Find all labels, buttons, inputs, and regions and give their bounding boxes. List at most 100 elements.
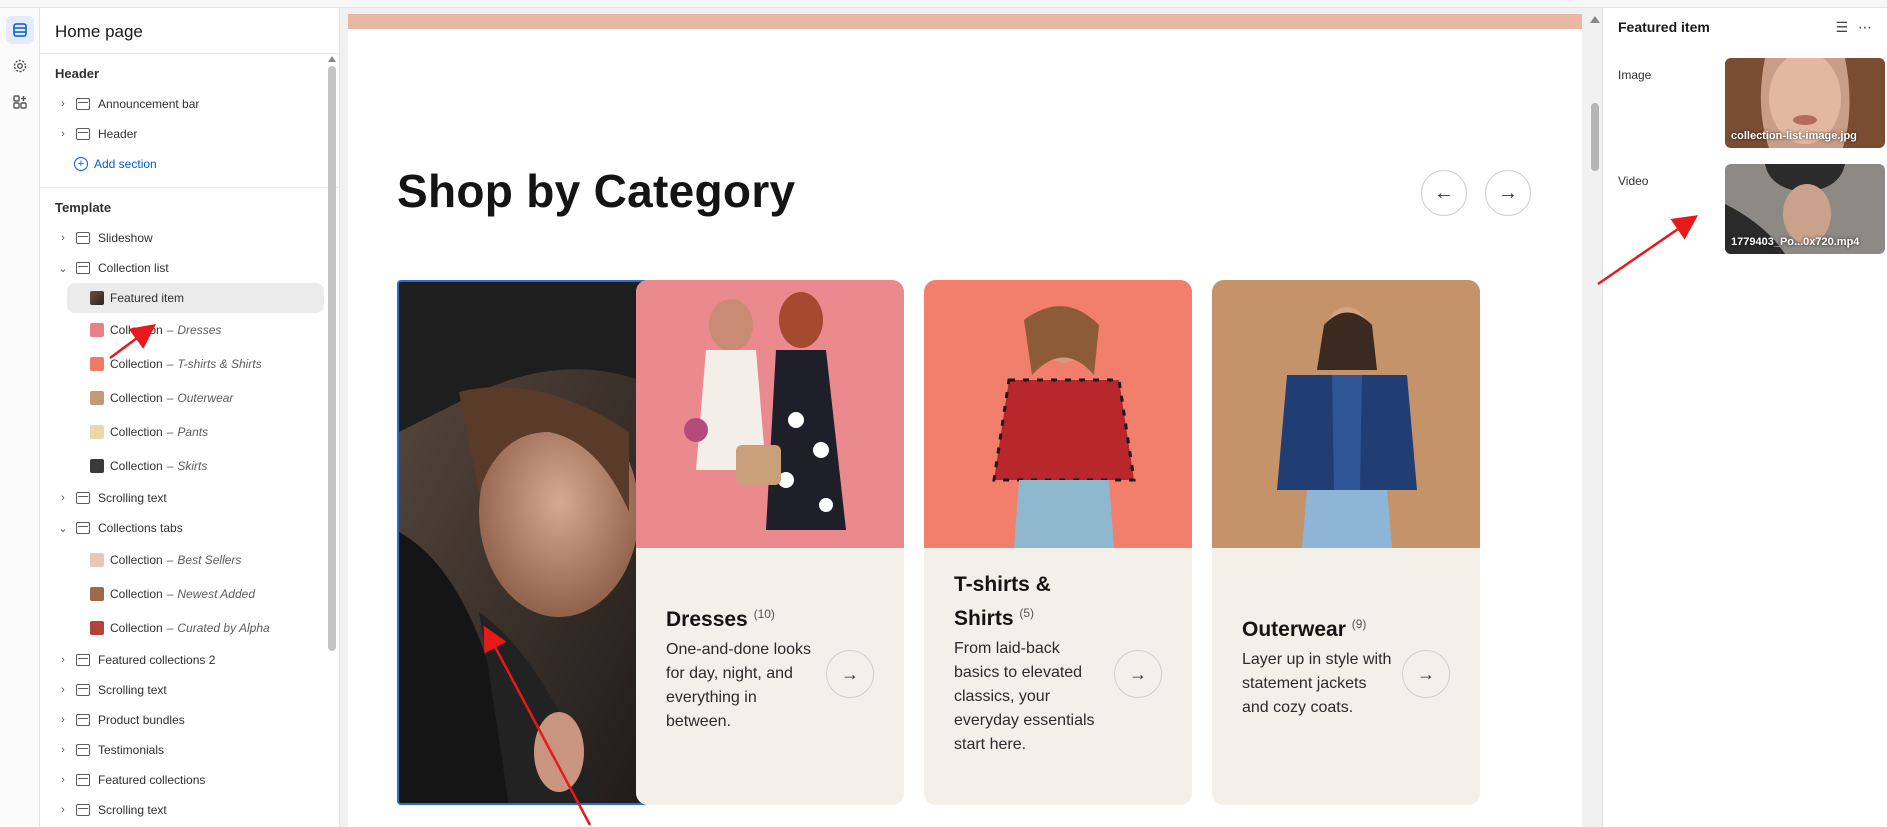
chevron-right-icon[interactable]: › [56, 714, 70, 726]
scrollbar-thumb[interactable] [328, 66, 336, 651]
block-collection-curated-by-alpha[interactable]: Collection – Curated by Alpha [40, 611, 339, 645]
next-button[interactable]: → [1485, 170, 1531, 216]
outerwear-arrow-button[interactable]: → [1402, 650, 1450, 698]
block-collection-skirts[interactable]: Collection – Skirts [40, 449, 339, 483]
scroll-up-icon[interactable] [1590, 16, 1600, 23]
collection-thumbnail [90, 391, 104, 405]
block-collection-pants[interactable]: Collection – Pants [40, 415, 339, 449]
apps-rail-button[interactable] [6, 88, 34, 116]
image-picker[interactable]: collection-list-image.jpg [1725, 58, 1885, 148]
block-name: Pants [177, 425, 209, 439]
section-scrolling-text-2[interactable]: › Scrolling text [40, 675, 339, 705]
section-featured-collections[interactable]: › Featured collections [40, 765, 339, 795]
tshirts-arrow-button[interactable]: → [1114, 650, 1162, 698]
collection-card-tshirts[interactable]: T-shirts & Shirts (5) From laid-back bas… [924, 280, 1192, 805]
section-label: Testimonials [98, 743, 165, 757]
block-label: Featured item [110, 291, 185, 305]
prev-button[interactable]: ← [1421, 170, 1467, 216]
plus-circle-icon: + [74, 157, 88, 171]
block-featured-item[interactable]: Featured item [67, 283, 324, 313]
add-section-button[interactable]: + Add section [40, 149, 339, 179]
section-icon [76, 492, 90, 504]
more-options-icon[interactable]: ⋯ [1858, 19, 1872, 36]
block-name: Outerwear [177, 391, 234, 405]
template-group-title: Template [55, 200, 112, 215]
section-product-bundles[interactable]: › Product bundles [40, 705, 339, 735]
block-name: Curated by Alpha [177, 621, 270, 635]
header-group: Header › Announcement bar › Header + Add… [40, 54, 339, 188]
sidebar-scrollbar[interactable] [328, 56, 336, 656]
section-label: Collections tabs [98, 521, 183, 535]
scroll-up-icon[interactable] [328, 56, 336, 62]
block-separator: – [166, 323, 174, 337]
arrow-right-icon: → [1129, 663, 1147, 684]
section-collection-list[interactable]: ⌄ Collection list [40, 253, 339, 283]
chevron-right-icon[interactable]: › [56, 804, 70, 816]
section-announcement-bar[interactable]: › Announcement bar [40, 89, 339, 119]
collection-card-dresses[interactable]: Dresses (10) One-and-done looks for day,… [636, 280, 904, 805]
chevron-down-icon[interactable]: ⌄ [56, 522, 70, 535]
block-collection-tshirts[interactable]: Collection – T-shirts & Shirts [40, 347, 339, 381]
chevron-right-icon[interactable]: › [56, 492, 70, 504]
collection-count: (5) [1019, 606, 1035, 620]
section-icon [76, 654, 90, 666]
page-title: Home page [40, 8, 339, 54]
announcement-bar-strip [348, 14, 1582, 29]
featured-item-thumbnail [90, 291, 104, 305]
sections-icon [13, 23, 27, 37]
arrow-right-icon: → [1417, 663, 1435, 684]
block-collection-outerwear[interactable]: Collection – Outerwear [40, 381, 339, 415]
sections-sidebar: Home page Header › Announcement bar › He… [40, 8, 340, 827]
video-picker[interactable]: 1779403_Po...0x720.mp4 [1725, 164, 1885, 254]
dresses-arrow-button[interactable]: → [826, 650, 874, 698]
chevron-right-icon[interactable]: › [56, 98, 70, 110]
section-label: Scrolling text [98, 803, 167, 817]
top-border [0, 0, 1887, 8]
block-collection-dresses[interactable]: Collection – Dresses [40, 313, 339, 347]
collection-description: Layer up in style with statement jackets… [1242, 651, 1392, 716]
section-scrolling-text-3[interactable]: › Scrolling text [40, 795, 339, 825]
apps-icon [13, 95, 27, 109]
section-slideshow[interactable]: › Slideshow [40, 223, 339, 253]
section-featured-collections-2[interactable]: › Featured collections 2 [40, 645, 339, 675]
section-icon [76, 804, 90, 816]
section-scrolling-text[interactable]: › Scrolling text [40, 483, 339, 513]
block-separator: – [166, 459, 174, 473]
database-icon[interactable]: ☰ [1835, 19, 1848, 36]
chevron-right-icon[interactable]: › [56, 654, 70, 666]
block-name: Skirts [177, 459, 208, 473]
collection-card-outerwear[interactable]: Outerwear (9) Layer up in style with sta… [1212, 280, 1480, 805]
section-collections-tabs[interactable]: ⌄ Collections tabs [40, 513, 339, 543]
chevron-right-icon[interactable]: › [56, 684, 70, 696]
chevron-right-icon[interactable]: › [56, 232, 70, 244]
block-separator: – [166, 357, 174, 371]
section-label: Scrolling text [98, 683, 167, 697]
featured-item-card[interactable] [397, 280, 665, 805]
block-prefix: Collection [110, 391, 163, 405]
section-label: Announcement bar [98, 97, 200, 111]
block-collection-best-sellers[interactable]: Collection – Best Sellers [40, 543, 339, 577]
sections-rail-button[interactable] [6, 16, 34, 44]
block-separator: – [166, 587, 174, 601]
image-file-name: collection-list-image.jpg [1731, 130, 1857, 142]
chevron-right-icon[interactable]: › [56, 128, 70, 140]
video-setting-label: Video [1618, 174, 1649, 188]
outerwear-image [1212, 280, 1480, 548]
block-name: Newest Added [177, 587, 255, 601]
section-header[interactable]: › Header [40, 119, 339, 149]
arrow-left-icon: ← [1434, 181, 1454, 204]
image-setting-label: Image [1618, 68, 1652, 82]
chevron-right-icon[interactable]: › [56, 744, 70, 756]
section-label: Slideshow [98, 231, 153, 245]
settings-rail-button[interactable] [6, 52, 34, 80]
chevron-down-icon[interactable]: ⌄ [56, 262, 70, 275]
scrollbar-thumb[interactable] [1591, 103, 1599, 171]
block-prefix: Collection [110, 553, 163, 567]
chevron-right-icon[interactable]: › [56, 774, 70, 786]
section-icon [76, 522, 90, 534]
preview-scrollbar[interactable] [1590, 16, 1600, 171]
block-prefix: Collection [110, 459, 163, 473]
section-label: Featured collections 2 [98, 653, 216, 667]
block-collection-newest-added[interactable]: Collection – Newest Added [40, 577, 339, 611]
section-testimonials[interactable]: › Testimonials [40, 735, 339, 765]
